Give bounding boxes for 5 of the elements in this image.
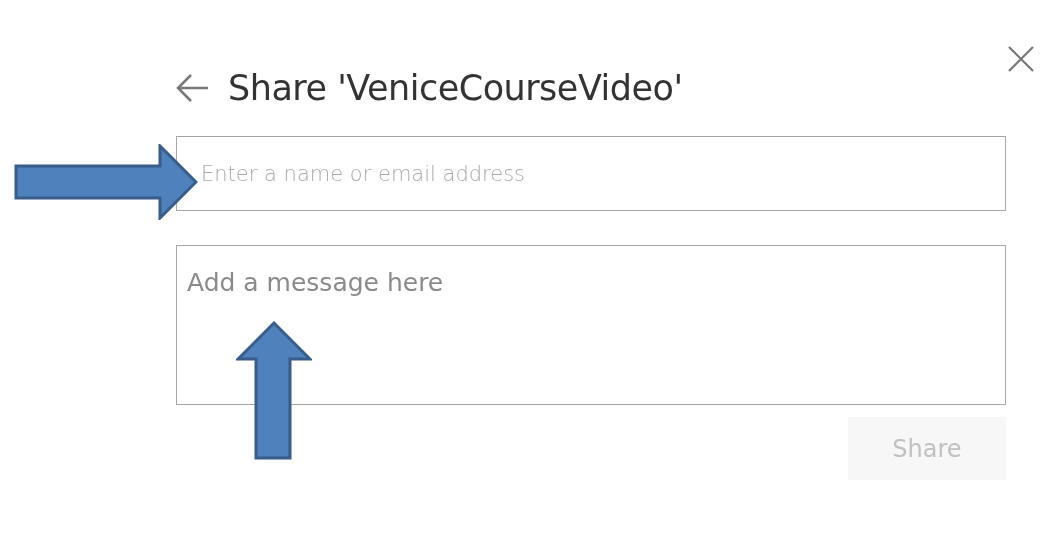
dialog-title: Share 'VeniceCourseVideo' xyxy=(228,67,683,109)
back-arrow-icon[interactable] xyxy=(176,73,210,103)
message-input-field[interactable]: Add a message here xyxy=(176,245,1006,405)
recipient-input-field[interactable]: Enter a name or email address xyxy=(176,136,1006,211)
close-button[interactable] xyxy=(1006,44,1036,74)
